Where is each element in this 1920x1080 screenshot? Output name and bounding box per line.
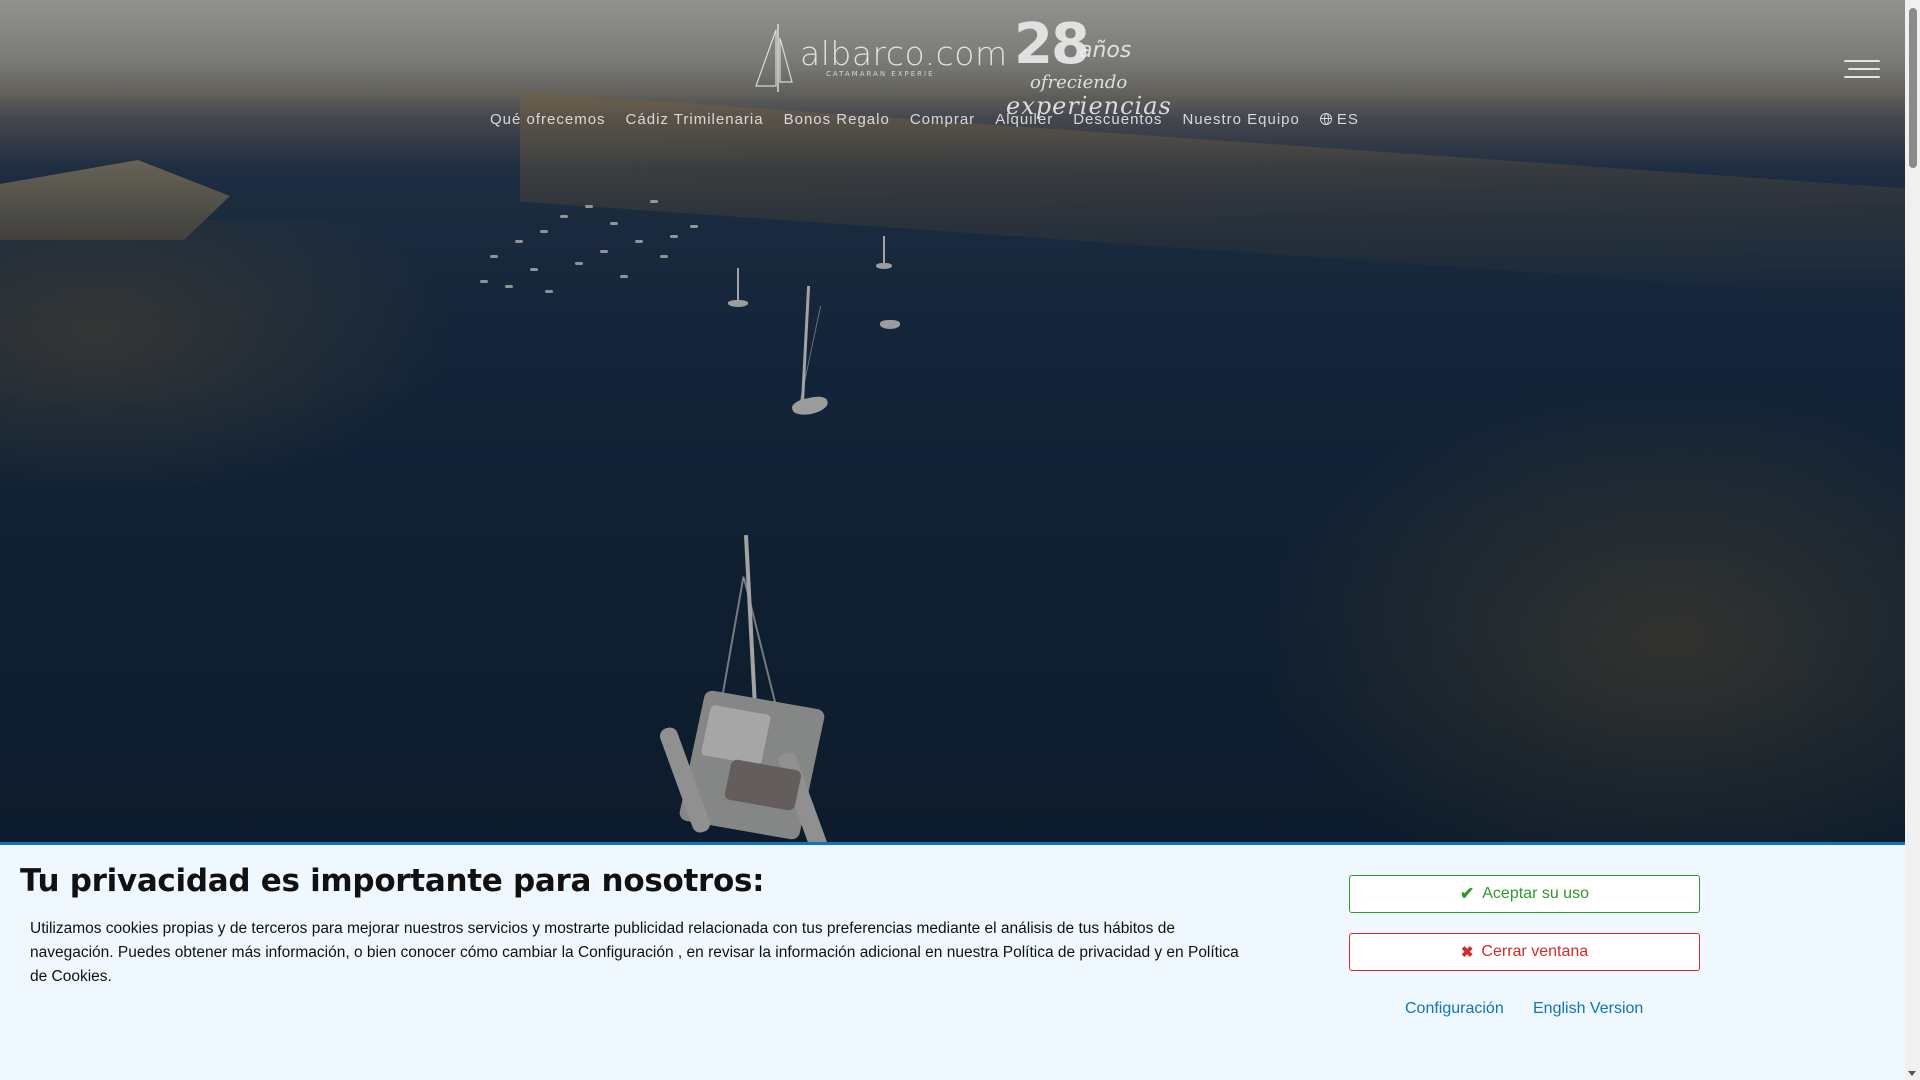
scroll-down-arrow-icon[interactable] <box>1908 1071 1916 1076</box>
nav-item-comprar[interactable]: Comprar <box>910 111 975 128</box>
page-scrollbar[interactable] <box>1905 0 1920 1080</box>
nav-item-cadiz-trimilenaria[interactable]: Cádiz Trimilenaria <box>626 111 764 128</box>
nav-item-que-ofrecemos[interactable]: Qué ofrecemos <box>490 111 606 128</box>
close-window-button[interactable]: ✖ Cerrar ventana <box>1349 933 1700 971</box>
language-label: ES <box>1336 110 1359 128</box>
cookie-description: Utilizamos cookies propias y de terceros… <box>30 920 1239 985</box>
nav-item-bonos-regalo[interactable]: Bonos Regalo <box>784 111 890 128</box>
english-version-link[interactable]: English Version <box>1533 1000 1643 1018</box>
check-icon: ✔ <box>1460 884 1475 903</box>
site-logo[interactable]: albarco.com CATAMARAN EXPERIE 28 años of… <box>752 12 1171 120</box>
tagline-line1: ofreciendo <box>1030 72 1128 93</box>
accept-label: Aceptar su uso <box>1482 885 1589 902</box>
nav-item-descuentos[interactable]: Descuentos <box>1073 111 1162 128</box>
sail-logo-icon <box>755 24 793 92</box>
configuration-link[interactable]: Configuración <box>1405 1000 1504 1018</box>
close-x-icon: ✖ <box>1460 944 1474 961</box>
cookie-title: Tu privacidad es importante para nosotro… <box>20 863 765 899</box>
logo-text: albarco.com <box>800 34 1008 73</box>
years-label: años <box>1079 38 1132 63</box>
hamburger-menu-icon[interactable] <box>1844 58 1880 82</box>
cookie-banner: Tu privacidad es importante para nosotro… <box>0 842 1905 1080</box>
main-nav: Qué ofrecemos Cádiz Trimilenaria Bonos R… <box>490 108 1359 130</box>
accept-cookies-button[interactable]: ✔ Aceptar su uso <box>1349 875 1700 913</box>
nav-item-alquiler[interactable]: Alquiler <box>995 111 1053 128</box>
globe-icon <box>1319 113 1332 125</box>
hero-background-image: albarco.com CATAMARAN EXPERIE 28 años of… <box>0 0 1905 842</box>
logo-subtext: CATAMARAN EXPERIE <box>826 70 935 78</box>
years-number: 28 <box>1014 12 1090 77</box>
scrollbar-thumb[interactable] <box>1909 8 1917 168</box>
close-label: Cerrar ventana <box>1481 943 1589 960</box>
nav-item-nuestro-equipo[interactable]: Nuestro Equipo <box>1182 111 1299 128</box>
language-selector[interactable]: ES <box>1319 110 1359 128</box>
